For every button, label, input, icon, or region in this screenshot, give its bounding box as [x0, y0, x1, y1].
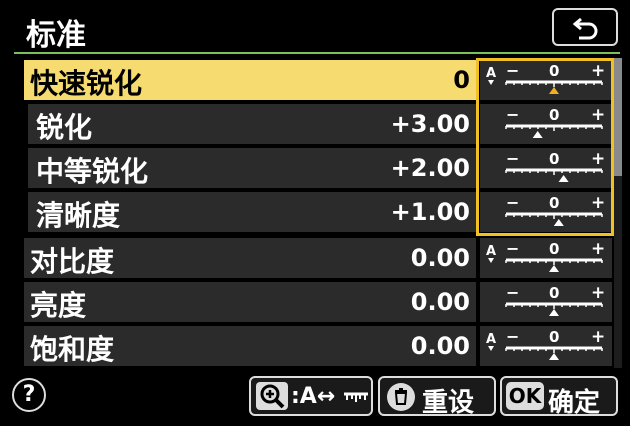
- row-quick-sharpen[interactable]: 快速锐化 0: [24, 60, 476, 100]
- page-title: 标准: [26, 18, 86, 53]
- row-label: 饱和度: [30, 333, 115, 366]
- gauge-mid-range-sharpening[interactable]: − +0: [480, 148, 612, 188]
- gauge-sharpening[interactable]: − +0: [480, 104, 612, 144]
- auto-arrow-icon: [488, 80, 494, 85]
- gauge-brightness[interactable]: − +0: [480, 282, 612, 322]
- reset-button[interactable]: 重设: [378, 376, 496, 418]
- ok-button[interactable]: OK 确定: [500, 376, 618, 418]
- slider-gauge: A − +0: [486, 239, 605, 272]
- gauge-zero: 0: [549, 328, 559, 346]
- gauge-minus: −: [506, 149, 519, 168]
- zoom-toggle-button[interactable]: :A↔: [249, 376, 373, 416]
- row-label: 快速锐化: [30, 67, 143, 100]
- gauge-zero: 0: [549, 194, 559, 212]
- gauge-zero: 0: [549, 240, 559, 258]
- gauge-zero: 0: [549, 150, 559, 168]
- row-value: +2.00: [390, 154, 470, 182]
- row-label: 清晰度: [36, 199, 121, 232]
- gauge-minus: −: [506, 239, 519, 258]
- row-label: 中等锐化: [36, 155, 149, 188]
- slider-gauge: − +0: [505, 283, 605, 316]
- row-value: 0.00: [410, 288, 470, 316]
- ok-label: 确定: [548, 388, 601, 418]
- gauge-indicator: [558, 175, 569, 182]
- slider-gauge: − +0: [505, 105, 605, 138]
- gauge-saturation[interactable]: A − +0: [480, 326, 612, 366]
- row-label: 对比度: [30, 245, 115, 278]
- row-brightness[interactable]: 亮度 0.00: [24, 282, 476, 322]
- return-icon: [573, 17, 598, 40]
- gauge-minus: −: [506, 283, 519, 302]
- gauge-zero: 0: [549, 284, 559, 302]
- reset-label: 重设: [422, 388, 475, 418]
- gauge-contrast[interactable]: A − +0: [480, 238, 612, 278]
- gauge-plus: +: [591, 239, 605, 259]
- gauge-clarity[interactable]: − +0: [480, 192, 612, 232]
- gauge-indicator: [549, 265, 559, 272]
- slider-gauge: − +0: [505, 193, 605, 226]
- gauge-zero: 0: [549, 106, 559, 124]
- scrollbar-thumb[interactable]: [614, 58, 622, 176]
- gauge-plus: +: [591, 105, 605, 125]
- auto-mark: A: [486, 332, 496, 347]
- ok-badge: OK: [506, 382, 544, 410]
- gauge-plus: +: [591, 327, 605, 347]
- row-mid-range-sharpening[interactable]: 中等锐化 +2.00: [28, 148, 476, 188]
- gauge-indicator: [549, 309, 559, 316]
- auto-mark: A: [486, 66, 496, 81]
- row-value: 0.00: [410, 332, 470, 360]
- slider-gauge: − +0: [505, 149, 605, 182]
- gauge-plus: +: [591, 283, 605, 303]
- row-value: +1.00: [390, 198, 470, 226]
- header-divider: [14, 52, 620, 54]
- header: 标准: [0, 0, 630, 54]
- row-value: 0.00: [410, 244, 470, 272]
- slider-gauge: A − +0: [486, 61, 605, 94]
- trash-icon: [387, 383, 415, 411]
- zoom-label: :A↔: [291, 384, 336, 409]
- auto-arrow-icon: [488, 258, 494, 263]
- zoom-icon: [256, 382, 288, 410]
- row-clarity[interactable]: 清晰度 +1.00: [28, 192, 476, 232]
- row-label: 亮度: [30, 289, 87, 322]
- row-saturation[interactable]: 饱和度 0.00: [24, 326, 476, 366]
- row-value: +3.00: [390, 110, 470, 138]
- row-sharpening[interactable]: 锐化 +3.00: [28, 104, 476, 144]
- gauge-minus: −: [506, 61, 519, 80]
- row-contrast[interactable]: 对比度 0.00: [24, 238, 476, 278]
- gauge-indicator: [532, 131, 543, 138]
- gauge-quick-sharpen[interactable]: A − +0: [480, 60, 612, 100]
- slider-scale-icon: [344, 392, 368, 402]
- slider-gauge: A − +0: [486, 327, 605, 360]
- gauge-plus: +: [591, 149, 605, 169]
- row-value: 0: [453, 66, 470, 94]
- gauge-indicator: [549, 87, 559, 94]
- help-icon[interactable]: ?: [12, 378, 46, 412]
- gauge-minus: −: [506, 327, 519, 346]
- gauge-indicator: [553, 219, 564, 226]
- gauge-plus: +: [591, 61, 605, 81]
- gauge-indicator: [549, 353, 559, 360]
- auto-mark: A: [486, 244, 496, 259]
- back-button[interactable]: [552, 8, 618, 46]
- gauge-minus: −: [506, 193, 519, 212]
- gauge-zero: 0: [549, 62, 559, 80]
- gauge-plus: +: [591, 193, 605, 213]
- auto-arrow-icon: [488, 346, 494, 351]
- gauge-minus: −: [506, 105, 519, 124]
- row-label: 锐化: [36, 111, 93, 144]
